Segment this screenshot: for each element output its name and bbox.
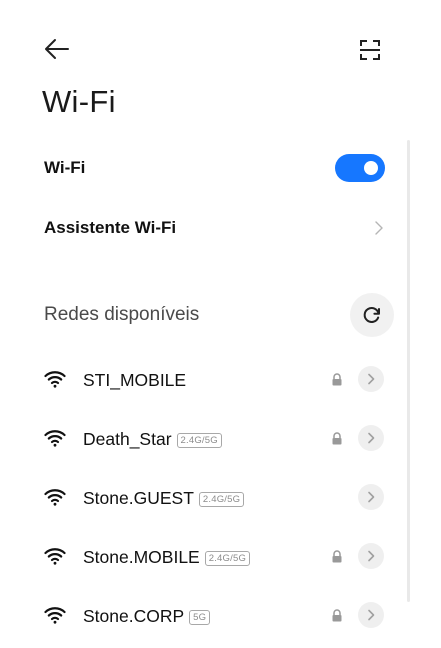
network-details-button[interactable]: [358, 543, 384, 569]
chevron-right-icon: [375, 221, 383, 235]
arrow-left-icon: [45, 39, 69, 59]
band-badge: 2.4G/5G: [198, 492, 245, 507]
wifi-toggle-label: Wi-Fi: [44, 158, 86, 177]
network-item[interactable]: STI_MOBILE: [0, 350, 441, 409]
network-name: Death_Star 2.4G/5G: [83, 429, 222, 450]
chevron-right-icon: [368, 491, 375, 503]
network-item[interactable]: Death_Star 2.4G/5G: [0, 409, 441, 468]
network-name: Stone.MOBILE 2.4G/5G: [83, 547, 251, 568]
wifi-signal-icon: [44, 430, 66, 447]
network-name: Stone.CORP 5G: [83, 606, 211, 627]
page-title: Wi-Fi: [42, 84, 116, 119]
chevron-right-icon: [368, 550, 375, 562]
network-ssid: STI_MOBILE: [83, 370, 187, 390]
network-ssid: Stone.CORP: [83, 606, 185, 626]
lock-icon: [332, 373, 342, 386]
top-bar: [0, 0, 441, 90]
network-details-button[interactable]: [358, 484, 384, 510]
refresh-icon: [363, 307, 380, 323]
wifi-toggle-row: Wi-Fi: [0, 146, 441, 190]
lock-icon: [332, 432, 342, 445]
network-item[interactable]: Stone.GUEST 2.4G/5G: [0, 468, 441, 527]
chevron-right-icon: [368, 432, 375, 444]
wifi-assistant-label: Assistente Wi-Fi: [44, 218, 177, 237]
network-details-button[interactable]: [358, 602, 384, 628]
network-details-button[interactable]: [358, 366, 384, 392]
scan-button[interactable]: [355, 36, 385, 64]
wifi-toggle-switch[interactable]: [335, 154, 385, 182]
network-item[interactable]: Stone.CORP 5G: [0, 586, 441, 645]
wifi-signal-icon: [44, 548, 66, 565]
network-details-button[interactable]: [358, 425, 384, 451]
lock-icon: [332, 609, 342, 622]
band-badge: 2.4G/5G: [176, 433, 222, 448]
network-name: Stone.GUEST 2.4G/5G: [83, 488, 245, 509]
wifi-signal-icon: [44, 607, 66, 624]
refresh-button[interactable]: [350, 293, 394, 337]
band-badge: 2.4G/5G: [204, 551, 251, 566]
qr-scan-icon: [360, 40, 380, 60]
network-ssid: Stone.MOBILE: [83, 547, 200, 567]
back-button[interactable]: [42, 36, 72, 62]
chevron-right-icon: [368, 609, 375, 621]
band-badge: 5G: [189, 610, 211, 625]
chevron-right-icon: [368, 373, 375, 385]
wifi-signal-icon: [44, 371, 66, 388]
wifi-signal-icon: [44, 489, 66, 506]
network-ssid: Death_Star: [83, 429, 172, 449]
lock-icon: [332, 550, 342, 563]
available-networks-title: Redes disponíveis: [44, 304, 200, 325]
network-item[interactable]: Stone.MOBILE 2.4G/5G: [0, 527, 441, 586]
network-name: STI_MOBILE: [83, 370, 186, 391]
wifi-assistant-row[interactable]: Assistente Wi-Fi: [0, 206, 441, 250]
network-ssid: Stone.GUEST: [83, 488, 194, 508]
toggle-knob: [364, 161, 378, 175]
network-list: STI_MOBILE Death_Star 2.4G/5G Stone.GUES…: [0, 350, 441, 645]
